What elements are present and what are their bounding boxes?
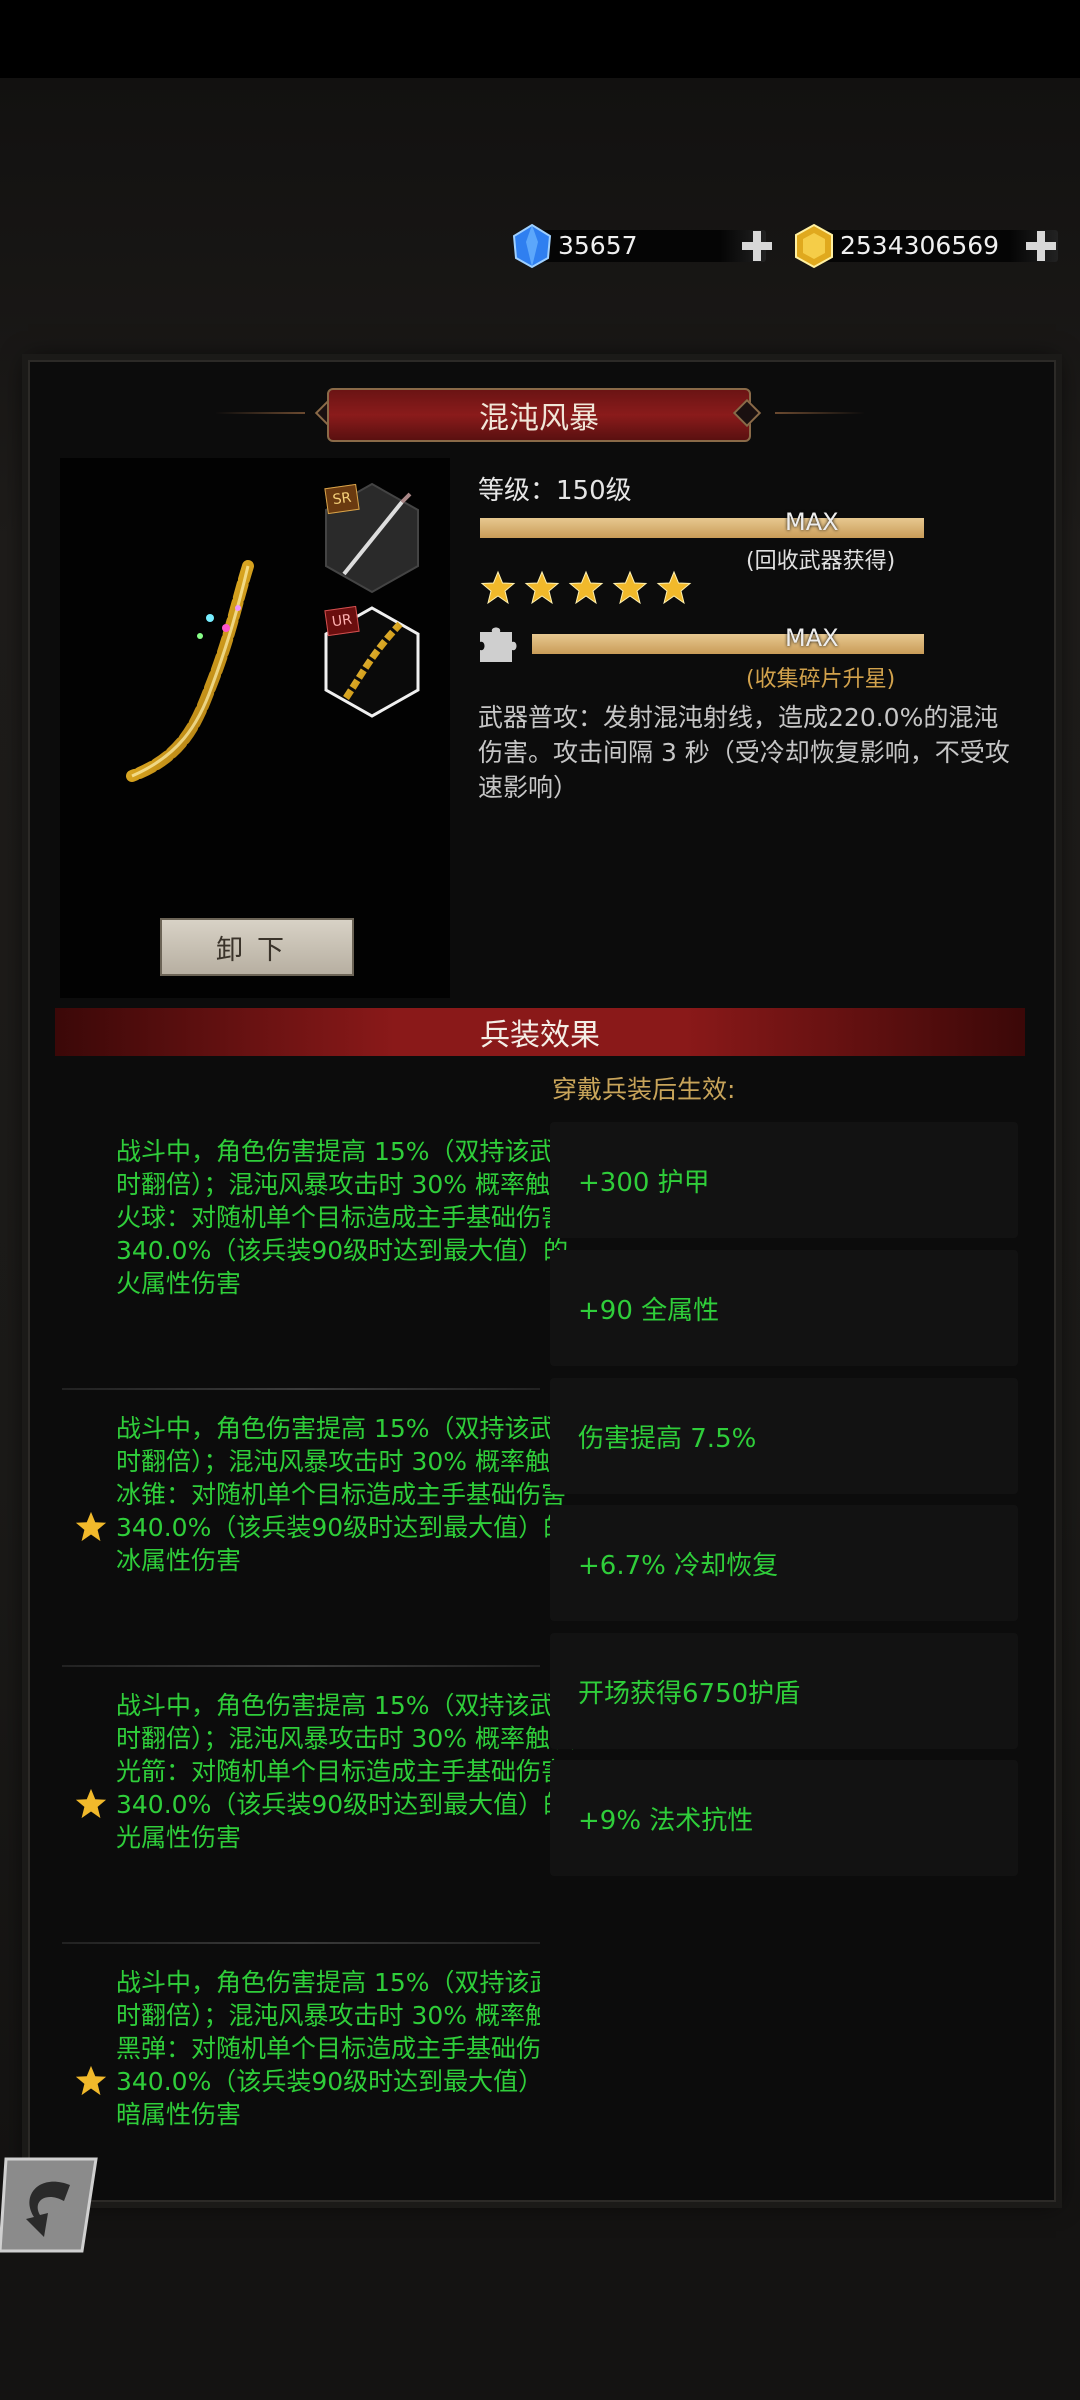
blue-gem-icon bbox=[512, 223, 552, 269]
star-icon bbox=[75, 2065, 107, 2096]
weapon-name: 混沌风暴 bbox=[327, 388, 751, 442]
gold-amount: 2534306569 bbox=[840, 231, 1000, 260]
weapon-description: 武器普攻：发射混沌射线，造成220.0%的混沌伤害。攻击间隔 3 秒（受冷却恢复… bbox=[478, 703, 1010, 802]
effect-divider bbox=[62, 1942, 540, 1944]
attribute-text: +9% 法术抗性 bbox=[578, 1806, 754, 1836]
level-hint: (回收武器获得) bbox=[746, 549, 896, 574]
effect-item: 战斗中，角色伤害提高 15%（双持该武器时翻倍）；混沌风暴攻击时 30% 概率触… bbox=[62, 1966, 540, 2186]
star-icon bbox=[75, 1788, 107, 1819]
level-progress-bar bbox=[480, 518, 924, 538]
star-icon bbox=[656, 570, 692, 605]
weapon-level: 等级：150级 bbox=[478, 476, 632, 506]
unequip-button[interactable]: 卸下 bbox=[160, 918, 354, 976]
star-icon bbox=[568, 570, 604, 605]
attribute-box: +300 护甲 bbox=[550, 1122, 1018, 1238]
star-hint: (收集碎片升星) bbox=[746, 667, 896, 692]
attribute-box: +9% 法术抗性 bbox=[550, 1760, 1018, 1876]
effect-divider bbox=[62, 1665, 540, 1667]
back-arrow-icon[interactable] bbox=[0, 2155, 98, 2255]
star-icon bbox=[612, 570, 648, 605]
level-max-label: MAX bbox=[785, 508, 839, 536]
ur-rarity-badge: UR bbox=[324, 605, 360, 637]
attribute-text: +6.7% 冷却恢复 bbox=[578, 1551, 779, 1581]
attribute-text: +300 护甲 bbox=[578, 1168, 710, 1198]
attribute-box: +6.7% 冷却恢复 bbox=[550, 1505, 1018, 1621]
effect-text: 战斗中，角色伤害提高 15%（双持该武器时翻倍）；混沌风暴攻击时 30% 概率触… bbox=[116, 1414, 580, 1575]
attribute-text: +90 全属性 bbox=[578, 1296, 720, 1326]
add-gems-button[interactable] bbox=[740, 229, 774, 263]
bottom-background bbox=[0, 2210, 1080, 2400]
star-max-label: MAX bbox=[785, 624, 839, 652]
weapon-title: 混沌风暴 bbox=[215, 388, 865, 442]
gem-amount: 35657 bbox=[558, 231, 638, 260]
puzzle-fragment-icon bbox=[480, 627, 517, 662]
gold-coin-icon bbox=[795, 223, 833, 269]
title-line-left bbox=[215, 412, 305, 414]
sr-rarity-badge: SR bbox=[324, 483, 360, 515]
attribute-box: 伤害提高 7.5% bbox=[550, 1378, 1018, 1494]
effect-text: 战斗中，角色伤害提高 15%（双持该武器时翻倍）；混沌风暴攻击时 30% 概率触… bbox=[116, 1137, 580, 1298]
title-line-right bbox=[775, 412, 865, 414]
effect-divider bbox=[62, 1388, 540, 1390]
star-icon bbox=[480, 570, 516, 605]
star-rating bbox=[480, 570, 692, 606]
effect-text: 战斗中，角色伤害提高 15%（双持该武器时翻倍）；混沌风暴攻击时 30% 概率触… bbox=[116, 1691, 580, 1852]
attribute-text: 伤害提高 7.5% bbox=[578, 1424, 757, 1454]
effect-text: 战斗中，角色伤害提高 15%（双持该武器时翻倍）；混沌风暴攻击时 30% 概率触… bbox=[116, 1968, 540, 2129]
effects-subtitle: 穿戴兵装后生效: bbox=[552, 1075, 736, 1104]
star-icon bbox=[524, 570, 560, 605]
status-bar bbox=[0, 0, 1080, 78]
star-icon bbox=[75, 1511, 107, 1542]
add-gold-button[interactable] bbox=[1024, 229, 1058, 263]
attribute-text: 开场获得6750护盾 bbox=[578, 1679, 801, 1709]
weapon-preview: SR UR bbox=[60, 458, 450, 998]
attribute-box: 开场获得6750护盾 bbox=[550, 1633, 1018, 1749]
equipment-effects-header: 兵装效果 bbox=[55, 1008, 1025, 1056]
attribute-box: +90 全属性 bbox=[550, 1250, 1018, 1366]
star-progress-bar bbox=[532, 634, 924, 654]
